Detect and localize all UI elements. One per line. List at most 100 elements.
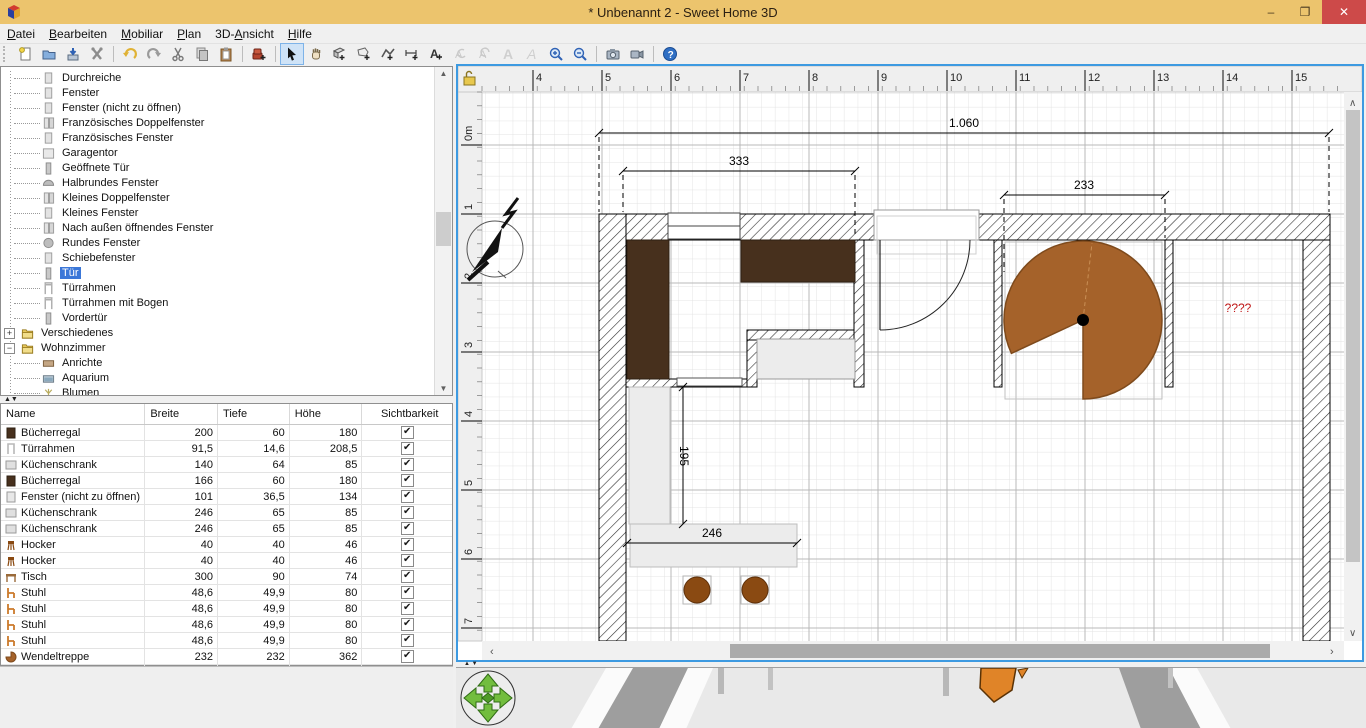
table-row[interactable]: Türrahmen91,514,6208,5✔ [1, 441, 452, 457]
bookshelf-horizontal[interactable] [741, 240, 855, 282]
save-icon[interactable] [61, 43, 85, 65]
zoom-out-icon[interactable] [568, 43, 592, 65]
tree-item-geöffnete-tür[interactable]: Geöffnete Tür [1, 161, 435, 176]
table-row[interactable]: Küchenschrank2466585✔ [1, 505, 452, 521]
visibility-checkbox[interactable]: ✔ [401, 538, 414, 551]
table-row[interactable]: Tisch3009074✔ [1, 569, 452, 585]
tree-expander-icon[interactable]: + [4, 328, 15, 339]
tree-item-fenster-nicht-zu-öffnen-[interactable]: Fenster (nicht zu öffnen) [1, 101, 435, 116]
minimize-button[interactable]: – [1254, 0, 1288, 24]
table-row[interactable]: Stuhl48,649,980✔ [1, 585, 452, 601]
tree-item-wohnzimmer[interactable]: −Wohnzimmer [1, 341, 435, 356]
create-video-icon[interactable] [625, 43, 649, 65]
visibility-checkbox[interactable]: ✔ [401, 586, 414, 599]
column-header-sichtbarkeit[interactable]: Sichtbarkeit [362, 404, 452, 424]
visibility-checkbox[interactable]: ✔ [401, 570, 414, 583]
view-3d[interactable] [456, 667, 1366, 728]
copy-icon[interactable] [190, 43, 214, 65]
table-row[interactable]: Hocker404046✔ [1, 553, 452, 569]
visibility-checkbox[interactable]: ✔ [401, 490, 414, 503]
plan-view[interactable]: 456789101112131415 0m1234567 [456, 64, 1364, 662]
tree-item-türrahmen[interactable]: Türrahmen [1, 281, 435, 296]
tree-item-aquarium[interactable]: Aquarium [1, 371, 435, 386]
create-dimensions-icon[interactable] [400, 43, 424, 65]
pan-icon[interactable] [304, 43, 328, 65]
visibility-checkbox[interactable]: ✔ [401, 522, 414, 535]
tree-scroll-thumb[interactable] [436, 212, 451, 246]
select-icon[interactable] [280, 43, 304, 65]
redo-icon[interactable] [142, 43, 166, 65]
toolbar-grip[interactable] [3, 46, 10, 62]
passage-opening[interactable] [677, 378, 742, 386]
visibility-checkbox[interactable]: ✔ [401, 474, 414, 487]
bookshelf-vertical[interactable] [627, 240, 669, 379]
table-row[interactable]: Küchenschrank2466585✔ [1, 521, 452, 537]
navigation-compass-3d[interactable] [461, 671, 515, 725]
undo-icon[interactable] [118, 43, 142, 65]
plan-v-scrollbar[interactable]: ∧ ∨ [1344, 92, 1362, 641]
cut-icon[interactable] [166, 43, 190, 65]
tree-item-tür[interactable]: Tür [1, 266, 435, 281]
tree-item-türrahmen-mit-bogen[interactable]: Türrahmen mit Bogen [1, 296, 435, 311]
create-walls-icon[interactable] [328, 43, 352, 65]
add-text-icon[interactable]: A [424, 43, 448, 65]
visibility-checkbox[interactable]: ✔ [401, 650, 414, 663]
table-row[interactable]: Bücherregal20060180✔ [1, 425, 452, 441]
kitchen-counter-vertical[interactable] [629, 387, 670, 524]
menu-datei[interactable]: Datei [0, 25, 42, 43]
visibility-checkbox[interactable]: ✔ [401, 554, 414, 567]
visibility-checkbox[interactable]: ✔ [401, 458, 414, 471]
column-header-tiefe[interactable]: Tiefe [218, 404, 290, 424]
tree-item-kleines-doppelfenster[interactable]: Kleines Doppelfenster [1, 191, 435, 206]
tree-item-rundes-fenster[interactable]: Rundes Fenster [1, 236, 435, 251]
table-row[interactable]: Stuhl48,649,980✔ [1, 617, 452, 633]
help-icon[interactable]: ? [658, 43, 682, 65]
tree-item-halbrundes-fenster[interactable]: Halbrundes Fenster [1, 176, 435, 191]
catalog-splitter[interactable]: ▲▼ [0, 396, 453, 403]
tree-item-durchreiche[interactable]: Durchreiche [1, 71, 435, 86]
column-header-höhe[interactable]: Höhe [290, 404, 363, 424]
table-row[interactable]: Wendeltreppe232232362✔ [1, 649, 452, 665]
tree-item-schiebefenster[interactable]: Schiebefenster [1, 251, 435, 266]
close-button[interactable]: ✕ [1322, 0, 1366, 24]
tree-item-französisches-doppelfenster[interactable]: Französisches Doppelfenster [1, 116, 435, 131]
menu-plan[interactable]: Plan [170, 25, 208, 43]
window-fixed[interactable] [668, 213, 740, 239]
table-row[interactable]: Stuhl48,649,980✔ [1, 633, 452, 649]
visibility-checkbox[interactable]: ✔ [401, 602, 414, 615]
visibility-checkbox[interactable]: ✔ [401, 426, 414, 439]
table-row[interactable]: Bücherregal16660180✔ [1, 473, 452, 489]
column-header-name[interactable]: Name [1, 404, 145, 424]
plan-h-scrollbar[interactable]: ‹ › [482, 641, 1344, 660]
zoom-in-icon[interactable] [544, 43, 568, 65]
menu-bearbeiten[interactable]: Bearbeiten [42, 25, 114, 43]
menu-mobiliar[interactable]: Mobiliar [114, 25, 170, 43]
menu-3d-ansicht[interactable]: 3D-Ansicht [208, 25, 281, 43]
preferences-icon[interactable] [85, 43, 109, 65]
tree-item-blumen[interactable]: Blumen [1, 386, 435, 396]
create-polylines-icon[interactable] [376, 43, 400, 65]
kitchen-cabinet-nook[interactable] [757, 339, 855, 379]
visibility-checkbox[interactable]: ✔ [401, 634, 414, 647]
visibility-checkbox[interactable]: ✔ [401, 442, 414, 455]
tree-item-fenster[interactable]: Fenster [1, 86, 435, 101]
visibility-checkbox[interactable]: ✔ [401, 506, 414, 519]
create-rooms-icon[interactable] [352, 43, 376, 65]
visibility-checkbox[interactable]: ✔ [401, 618, 414, 631]
table-row[interactable]: Küchenschrank1406485✔ [1, 457, 452, 473]
tree-expander-icon[interactable]: − [4, 343, 15, 354]
plan-h-scroll-thumb[interactable] [730, 644, 1270, 658]
tree-item-verschiedenes[interactable]: +Verschiedenes [1, 326, 435, 341]
new-document-icon[interactable] [13, 43, 37, 65]
tree-item-vordertür[interactable]: Vordertür [1, 311, 435, 326]
maximize-button[interactable]: ❐ [1288, 0, 1322, 24]
tree-item-kleines-fenster[interactable]: Kleines Fenster [1, 206, 435, 221]
table-row[interactable]: Hocker404046✔ [1, 537, 452, 553]
open-icon[interactable] [37, 43, 61, 65]
tree-scroll-down-icon[interactable]: ▼ [435, 384, 452, 393]
create-photo-icon[interactable] [601, 43, 625, 65]
tree-item-garagentor[interactable]: Garagentor [1, 146, 435, 161]
menu-hilfe[interactable]: Hilfe [281, 25, 319, 43]
paste-icon[interactable] [214, 43, 238, 65]
column-header-breite[interactable]: Breite [145, 404, 218, 424]
